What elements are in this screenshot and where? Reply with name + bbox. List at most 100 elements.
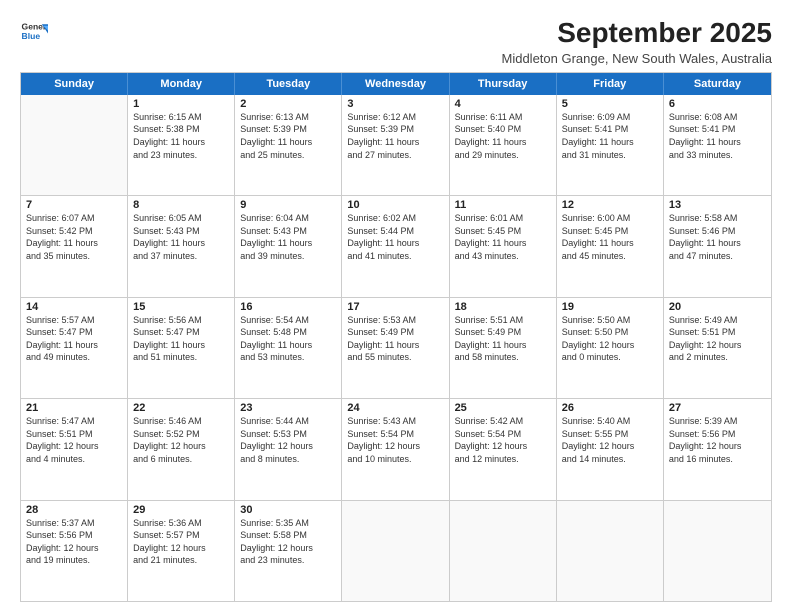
day-info: Sunrise: 6:01 AM Sunset: 5:45 PM Dayligh…	[455, 212, 551, 262]
day-info: Sunrise: 5:49 AM Sunset: 5:51 PM Dayligh…	[669, 314, 766, 364]
day-info: Sunrise: 6:11 AM Sunset: 5:40 PM Dayligh…	[455, 111, 551, 161]
day-number: 15	[133, 301, 229, 313]
day-info: Sunrise: 6:02 AM Sunset: 5:44 PM Dayligh…	[347, 212, 443, 262]
day-info: Sunrise: 5:40 AM Sunset: 5:55 PM Dayligh…	[562, 415, 658, 465]
day-info: Sunrise: 6:07 AM Sunset: 5:42 PM Dayligh…	[26, 212, 122, 262]
day-number: 13	[669, 199, 766, 211]
day-number: 16	[240, 301, 336, 313]
day-cell: 12Sunrise: 6:00 AM Sunset: 5:45 PM Dayli…	[557, 196, 664, 296]
day-info: Sunrise: 5:46 AM Sunset: 5:52 PM Dayligh…	[133, 415, 229, 465]
day-number: 7	[26, 199, 122, 211]
day-cell: 26Sunrise: 5:40 AM Sunset: 5:55 PM Dayli…	[557, 399, 664, 499]
day-number: 14	[26, 301, 122, 313]
day-number: 12	[562, 199, 658, 211]
day-info: Sunrise: 5:58 AM Sunset: 5:46 PM Dayligh…	[669, 212, 766, 262]
day-name-saturday: Saturday	[664, 73, 771, 95]
day-name-thursday: Thursday	[450, 73, 557, 95]
day-info: Sunrise: 5:36 AM Sunset: 5:57 PM Dayligh…	[133, 517, 229, 567]
day-info: Sunrise: 5:35 AM Sunset: 5:58 PM Dayligh…	[240, 517, 336, 567]
day-cell: 27Sunrise: 5:39 AM Sunset: 5:56 PM Dayli…	[664, 399, 771, 499]
day-info: Sunrise: 6:09 AM Sunset: 5:41 PM Dayligh…	[562, 111, 658, 161]
day-cell: 24Sunrise: 5:43 AM Sunset: 5:54 PM Dayli…	[342, 399, 449, 499]
day-number: 28	[26, 504, 122, 516]
day-cell	[342, 501, 449, 601]
day-number: 8	[133, 199, 229, 211]
day-cell: 14Sunrise: 5:57 AM Sunset: 5:47 PM Dayli…	[21, 298, 128, 398]
day-number: 6	[669, 98, 766, 110]
day-info: Sunrise: 5:37 AM Sunset: 5:56 PM Dayligh…	[26, 517, 122, 567]
day-cell	[21, 95, 128, 195]
day-number: 23	[240, 402, 336, 414]
day-cell: 9Sunrise: 6:04 AM Sunset: 5:43 PM Daylig…	[235, 196, 342, 296]
day-number: 19	[562, 301, 658, 313]
day-cell: 1Sunrise: 6:15 AM Sunset: 5:38 PM Daylig…	[128, 95, 235, 195]
day-cell	[450, 501, 557, 601]
day-info: Sunrise: 5:57 AM Sunset: 5:47 PM Dayligh…	[26, 314, 122, 364]
day-number: 27	[669, 402, 766, 414]
day-number: 4	[455, 98, 551, 110]
day-info: Sunrise: 5:43 AM Sunset: 5:54 PM Dayligh…	[347, 415, 443, 465]
subtitle: Middleton Grange, New South Wales, Austr…	[52, 51, 772, 66]
day-cell: 23Sunrise: 5:44 AM Sunset: 5:53 PM Dayli…	[235, 399, 342, 499]
week-row: 14Sunrise: 5:57 AM Sunset: 5:47 PM Dayli…	[21, 298, 771, 399]
day-number: 21	[26, 402, 122, 414]
day-name-sunday: Sunday	[21, 73, 128, 95]
day-cell: 22Sunrise: 5:46 AM Sunset: 5:52 PM Dayli…	[128, 399, 235, 499]
day-number: 24	[347, 402, 443, 414]
day-number: 9	[240, 199, 336, 211]
day-info: Sunrise: 5:54 AM Sunset: 5:48 PM Dayligh…	[240, 314, 336, 364]
logo-area: General Blue	[20, 18, 52, 46]
day-cell: 25Sunrise: 5:42 AM Sunset: 5:54 PM Dayli…	[450, 399, 557, 499]
day-number: 5	[562, 98, 658, 110]
day-name-tuesday: Tuesday	[235, 73, 342, 95]
day-number: 17	[347, 301, 443, 313]
day-info: Sunrise: 5:50 AM Sunset: 5:50 PM Dayligh…	[562, 314, 658, 364]
calendar: SundayMondayTuesdayWednesdayThursdayFrid…	[20, 72, 772, 602]
week-row: 28Sunrise: 5:37 AM Sunset: 5:56 PM Dayli…	[21, 501, 771, 601]
day-number: 11	[455, 199, 551, 211]
day-cell: 13Sunrise: 5:58 AM Sunset: 5:46 PM Dayli…	[664, 196, 771, 296]
calendar-header: SundayMondayTuesdayWednesdayThursdayFrid…	[21, 73, 771, 95]
day-cell: 2Sunrise: 6:13 AM Sunset: 5:39 PM Daylig…	[235, 95, 342, 195]
day-number: 10	[347, 199, 443, 211]
day-cell: 21Sunrise: 5:47 AM Sunset: 5:51 PM Dayli…	[21, 399, 128, 499]
day-info: Sunrise: 5:51 AM Sunset: 5:49 PM Dayligh…	[455, 314, 551, 364]
day-name-wednesday: Wednesday	[342, 73, 449, 95]
day-cell	[557, 501, 664, 601]
day-cell: 17Sunrise: 5:53 AM Sunset: 5:49 PM Dayli…	[342, 298, 449, 398]
week-row: 7Sunrise: 6:07 AM Sunset: 5:42 PM Daylig…	[21, 196, 771, 297]
day-cell	[664, 501, 771, 601]
day-cell: 8Sunrise: 6:05 AM Sunset: 5:43 PM Daylig…	[128, 196, 235, 296]
day-number: 20	[669, 301, 766, 313]
day-cell: 16Sunrise: 5:54 AM Sunset: 5:48 PM Dayli…	[235, 298, 342, 398]
month-title: September 2025	[52, 18, 772, 49]
day-cell: 7Sunrise: 6:07 AM Sunset: 5:42 PM Daylig…	[21, 196, 128, 296]
week-row: 1Sunrise: 6:15 AM Sunset: 5:38 PM Daylig…	[21, 95, 771, 196]
day-number: 2	[240, 98, 336, 110]
day-info: Sunrise: 6:13 AM Sunset: 5:39 PM Dayligh…	[240, 111, 336, 161]
day-number: 3	[347, 98, 443, 110]
day-info: Sunrise: 5:39 AM Sunset: 5:56 PM Dayligh…	[669, 415, 766, 465]
day-info: Sunrise: 6:04 AM Sunset: 5:43 PM Dayligh…	[240, 212, 336, 262]
logo-icon: General Blue	[20, 18, 48, 46]
calendar-body: 1Sunrise: 6:15 AM Sunset: 5:38 PM Daylig…	[21, 95, 771, 601]
day-cell: 6Sunrise: 6:08 AM Sunset: 5:41 PM Daylig…	[664, 95, 771, 195]
week-row: 21Sunrise: 5:47 AM Sunset: 5:51 PM Dayli…	[21, 399, 771, 500]
day-cell: 11Sunrise: 6:01 AM Sunset: 5:45 PM Dayli…	[450, 196, 557, 296]
day-number: 22	[133, 402, 229, 414]
day-cell: 4Sunrise: 6:11 AM Sunset: 5:40 PM Daylig…	[450, 95, 557, 195]
day-cell: 28Sunrise: 5:37 AM Sunset: 5:56 PM Dayli…	[21, 501, 128, 601]
header: General Blue September 2025 Middleton Gr…	[20, 18, 772, 66]
day-info: Sunrise: 6:12 AM Sunset: 5:39 PM Dayligh…	[347, 111, 443, 161]
day-cell: 20Sunrise: 5:49 AM Sunset: 5:51 PM Dayli…	[664, 298, 771, 398]
day-info: Sunrise: 6:00 AM Sunset: 5:45 PM Dayligh…	[562, 212, 658, 262]
day-cell: 18Sunrise: 5:51 AM Sunset: 5:49 PM Dayli…	[450, 298, 557, 398]
page: General Blue September 2025 Middleton Gr…	[0, 0, 792, 612]
day-name-friday: Friday	[557, 73, 664, 95]
day-cell: 30Sunrise: 5:35 AM Sunset: 5:58 PM Dayli…	[235, 501, 342, 601]
day-number: 26	[562, 402, 658, 414]
day-info: Sunrise: 6:05 AM Sunset: 5:43 PM Dayligh…	[133, 212, 229, 262]
day-info: Sunrise: 6:08 AM Sunset: 5:41 PM Dayligh…	[669, 111, 766, 161]
day-info: Sunrise: 5:56 AM Sunset: 5:47 PM Dayligh…	[133, 314, 229, 364]
day-info: Sunrise: 5:53 AM Sunset: 5:49 PM Dayligh…	[347, 314, 443, 364]
